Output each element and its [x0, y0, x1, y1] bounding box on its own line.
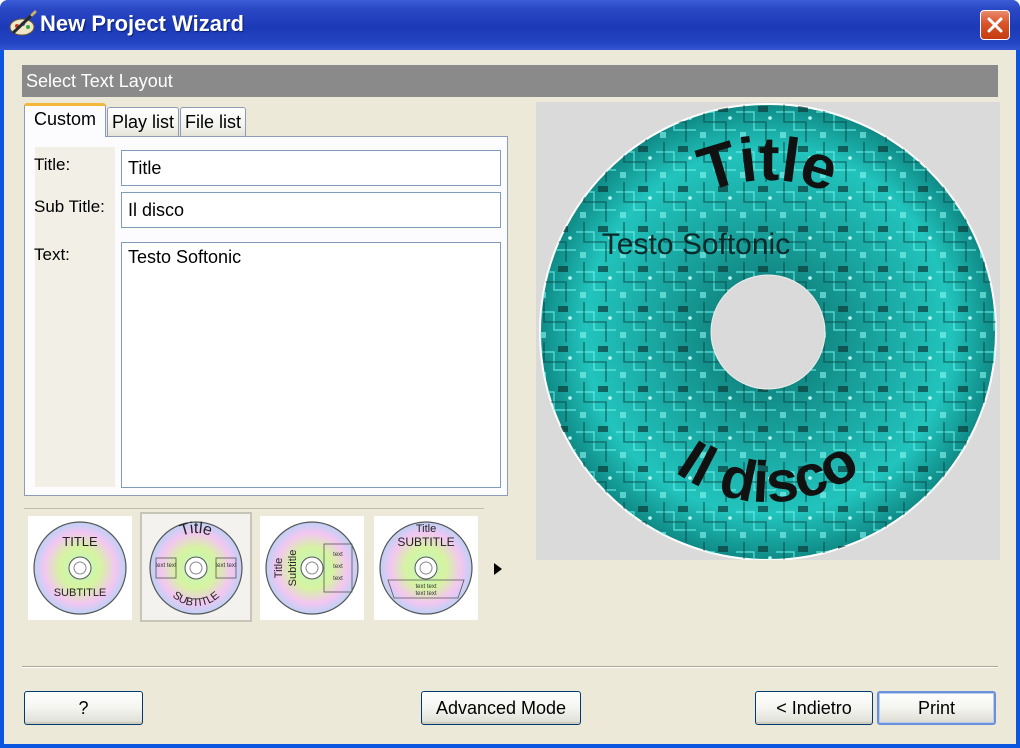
help-button[interactable]: ?	[24, 691, 143, 725]
advanced-mode-button[interactable]: Advanced Mode	[421, 691, 581, 725]
text-label: Text:	[34, 245, 70, 264]
layout-2-side-left: text text	[155, 563, 176, 569]
disc-preview-image: Title Testo Softonic Il disco	[539, 103, 997, 561]
custom-tab-panel: Title: Sub Title: Text: Testo Softonic	[24, 136, 508, 496]
subtitle-label: Sub Title:	[34, 197, 105, 216]
tab-custom[interactable]: Custom	[24, 103, 106, 137]
layout-1-bottom: SUBTITLE	[54, 587, 107, 599]
tab-play-list[interactable]: Play list	[107, 107, 179, 137]
layout-3-top: Title	[273, 558, 285, 578]
layout-option-4[interactable]: text text text text Title SUBTITLE	[374, 516, 478, 620]
section-header: Select Text Layout	[22, 65, 998, 97]
preview-title: Title	[690, 125, 846, 205]
wizard-window: New Project Wizard Select Text Layout Cu…	[0, 0, 1020, 748]
svg-text:Title: Title	[690, 125, 846, 205]
print-button[interactable]: Print	[877, 691, 996, 725]
layout-3-side-2: text	[333, 564, 343, 570]
title-label: Title:	[34, 155, 71, 174]
layout-4-bottom-2: text text	[415, 591, 436, 597]
close-icon	[987, 17, 1003, 33]
layout-option-1[interactable]: TITLE SUBTITLE	[28, 516, 132, 620]
layout-3-side-1: text	[333, 552, 343, 558]
scroll-right-arrow-icon[interactable]	[492, 561, 504, 577]
dialog-client: Select Text Layout Custom Play list File…	[4, 50, 1016, 744]
layout-1-top: TITLE	[62, 534, 98, 549]
layout-3-bottom: Subtitle	[287, 550, 299, 587]
disc-preview: Title Testo Softonic Il disco	[536, 102, 1000, 561]
layout-3-side-3: text	[333, 576, 343, 582]
close-button[interactable]	[980, 10, 1010, 40]
layout-2-side-right: text text	[215, 563, 236, 569]
paint-icon	[9, 10, 37, 36]
layout-4-middle: SUBTITLE	[397, 535, 454, 549]
title-bar[interactable]: New Project Wizard	[0, 0, 1020, 50]
window-title: New Project Wizard	[40, 11, 244, 36]
layout-option-3[interactable]: text text text Title Subtitle	[260, 516, 364, 620]
preview-text: Testo Softonic	[602, 228, 790, 261]
thumb-divider	[24, 508, 484, 509]
layout-option-2[interactable]: text text text text Title SUBTITLE	[140, 512, 252, 622]
back-button[interactable]: < Indietro	[755, 691, 873, 725]
title-input[interactable]	[121, 150, 501, 186]
subtitle-input[interactable]	[121, 192, 501, 228]
footer-divider	[22, 666, 998, 668]
layout-4-bottom-1: text text	[415, 584, 436, 590]
layout-4-top: Title	[416, 523, 436, 535]
svg-text:Title: Title	[178, 520, 214, 540]
tab-file-list[interactable]: File list	[180, 107, 246, 137]
layout-2-top: Title	[178, 520, 214, 540]
text-area[interactable]: Testo Softonic	[121, 242, 501, 488]
